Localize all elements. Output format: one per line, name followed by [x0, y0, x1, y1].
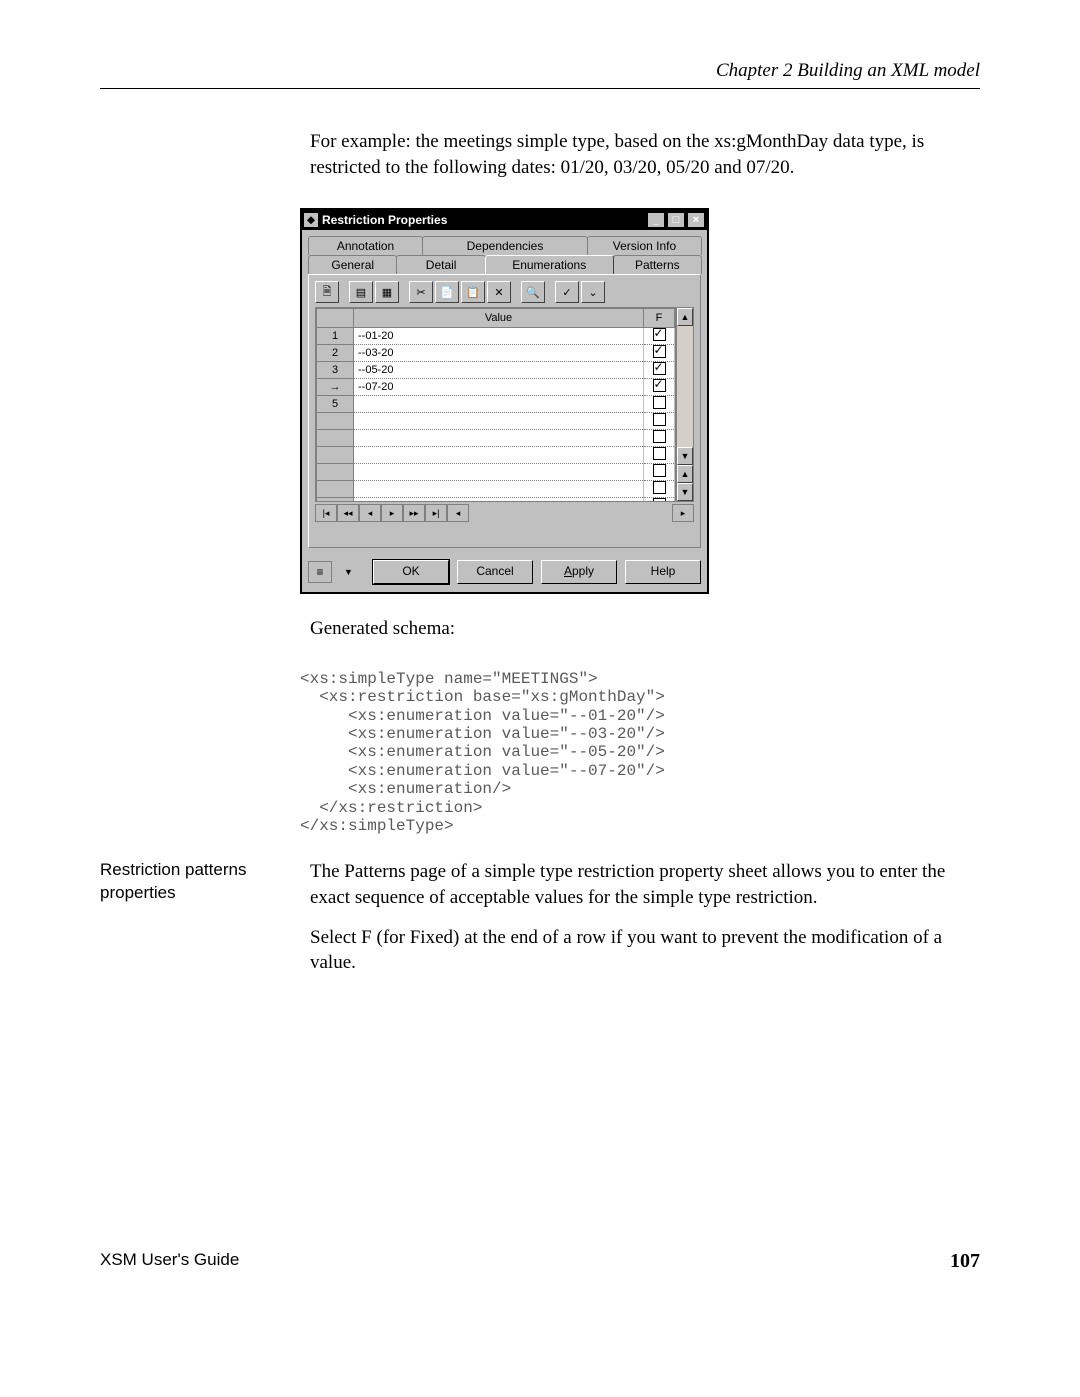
- checkbox-icon: [653, 413, 666, 426]
- window-title: Restriction Properties: [322, 213, 645, 227]
- minimize-button[interactable]: _: [647, 212, 665, 228]
- maximize-button[interactable]: □: [667, 212, 685, 228]
- system-menu-icon[interactable]: [304, 213, 318, 227]
- table-row: →--07-20: [317, 379, 675, 396]
- table-row: 2--03-20: [317, 345, 675, 362]
- section-sidelabel: Restriction patterns properties: [100, 859, 310, 990]
- paste-icon[interactable]: 📋: [461, 281, 485, 303]
- page-number: 107: [950, 1250, 980, 1273]
- cancel-button[interactable]: Cancel: [457, 560, 533, 584]
- table-row: [317, 498, 675, 503]
- col-f[interactable]: F: [644, 309, 675, 328]
- code-block: <xs:simpleType name="MEETINGS"> <xs:rest…: [300, 670, 980, 836]
- ok-button[interactable]: OK: [373, 560, 449, 584]
- grid-toolbar: 🗎 ▤ ▦ ✂ 📄 📋 ✕ 🔍 ✓ ⌄: [315, 281, 694, 303]
- properties-icon[interactable]: 🗎: [315, 281, 339, 303]
- table-row: [317, 447, 675, 464]
- table-row: [317, 464, 675, 481]
- enumerations-grid[interactable]: Value F 1--01-20 2--03-20 3--05-20 →--07…: [315, 307, 676, 502]
- nav-next-page-icon[interactable]: ▸▸: [403, 504, 425, 522]
- table-row: [317, 430, 675, 447]
- table-row: 3--05-20: [317, 362, 675, 379]
- checkbox-icon: [653, 447, 666, 460]
- patterns-paragraph-2: Select F (for Fixed) at the end of a row…: [310, 925, 980, 976]
- apply-button[interactable]: Apply: [541, 560, 617, 584]
- help-button[interactable]: Help: [625, 560, 701, 584]
- checkbox-icon: [653, 345, 666, 358]
- scroll-up-icon[interactable]: ▲: [677, 308, 693, 326]
- nav-next-icon[interactable]: ▸: [381, 504, 403, 522]
- scroll-top-icon[interactable]: ▲: [677, 465, 693, 483]
- tab-version-info[interactable]: Version Info: [587, 236, 702, 255]
- nav-right-icon[interactable]: ▸: [672, 504, 694, 522]
- add-row-icon[interactable]: ▦: [375, 281, 399, 303]
- table-row: 5: [317, 396, 675, 413]
- rowhdr-blank: [317, 309, 354, 328]
- chapter-header: Chapter 2 Building an XML model: [100, 60, 980, 89]
- copy-icon[interactable]: 📄: [435, 281, 459, 303]
- checkbox-icon: [653, 498, 666, 502]
- cut-icon[interactable]: ✂: [409, 281, 433, 303]
- checkbox-icon: [653, 481, 666, 494]
- tab-annotation[interactable]: Annotation: [308, 236, 423, 255]
- restriction-properties-dialog: Restriction Properties _ □ × Annotation …: [300, 208, 709, 594]
- col-value[interactable]: Value: [354, 309, 644, 328]
- filter-icon[interactable]: ✓: [555, 281, 579, 303]
- checkbox-icon: [653, 464, 666, 477]
- checkbox-icon: [653, 362, 666, 375]
- nav-prev-icon[interactable]: ◂: [359, 504, 381, 522]
- enumerations-panel: 🗎 ▤ ▦ ✂ 📄 📋 ✕ 🔍 ✓ ⌄: [308, 274, 701, 548]
- nav-prev-page-icon[interactable]: ◂◂: [337, 504, 359, 522]
- grid-nav: |◂ ◂◂ ◂ ▸ ▸▸ ▸| ◂ ▸: [315, 504, 694, 522]
- scroll-down-icon[interactable]: ▼: [677, 447, 693, 465]
- delete-icon[interactable]: ✕: [487, 281, 511, 303]
- generated-schema-label: Generated schema:: [310, 616, 980, 642]
- dropdown-icon[interactable]: ▼: [344, 567, 353, 577]
- nav-first-icon[interactable]: |◂: [315, 504, 337, 522]
- table-row: [317, 413, 675, 430]
- checkbox-icon: [653, 430, 666, 443]
- checkbox-icon: [653, 379, 666, 392]
- tabs-back-row: Annotation Dependencies Version Info: [308, 236, 701, 255]
- checkbox-icon: [653, 328, 666, 341]
- tab-dependencies[interactable]: Dependencies: [422, 236, 588, 255]
- close-button[interactable]: ×: [687, 212, 705, 228]
- menu-icon[interactable]: ≡: [308, 561, 332, 583]
- tab-patterns[interactable]: Patterns: [613, 255, 702, 274]
- intro-paragraph: For example: the meetings simple type, b…: [310, 129, 980, 180]
- nav-last-icon[interactable]: ▸|: [425, 504, 447, 522]
- tabs-front-row: General Detail Enumerations Patterns: [308, 255, 701, 274]
- table-row: [317, 481, 675, 498]
- find-icon[interactable]: 🔍: [521, 281, 545, 303]
- patterns-paragraph-1: The Patterns page of a simple type restr…: [310, 859, 980, 910]
- tab-detail[interactable]: Detail: [396, 255, 485, 274]
- checkbox-icon: [653, 396, 666, 409]
- table-row: 1--01-20: [317, 328, 675, 345]
- tab-general[interactable]: General: [308, 255, 397, 274]
- footer-guide: XSM User's Guide: [100, 1250, 239, 1273]
- scroll-bottom-icon[interactable]: ▼: [677, 483, 693, 501]
- sort-icon[interactable]: ⌄: [581, 281, 605, 303]
- nav-left-icon[interactable]: ◂: [447, 504, 469, 522]
- insert-row-icon[interactable]: ▤: [349, 281, 373, 303]
- vertical-scrollbar[interactable]: ▲ ▼ ▲ ▼: [676, 307, 694, 502]
- title-bar[interactable]: Restriction Properties _ □ ×: [302, 210, 707, 230]
- tab-enumerations[interactable]: Enumerations: [485, 255, 614, 274]
